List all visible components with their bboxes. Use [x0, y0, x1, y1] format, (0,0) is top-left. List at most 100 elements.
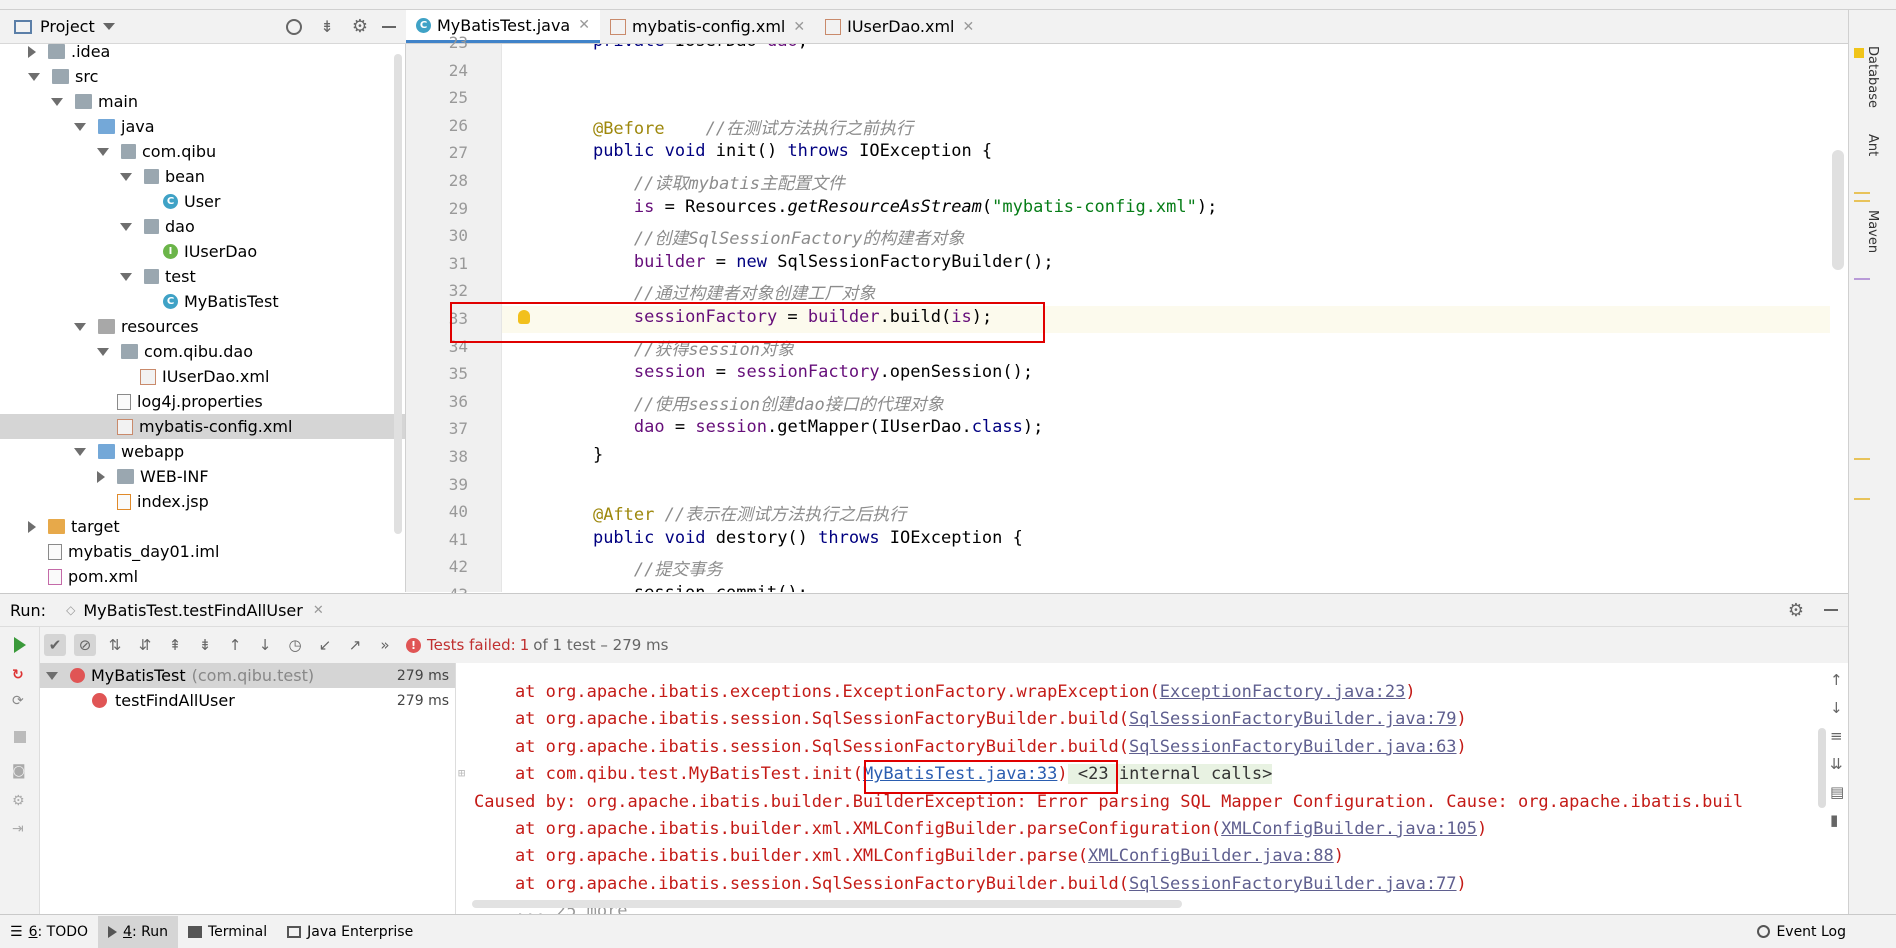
code-line[interactable]: private IUserDao dao; [552, 44, 808, 51]
chevron-down-icon[interactable] [46, 671, 58, 680]
project-panel-title[interactable]: Project [40, 17, 95, 36]
code-line[interactable]: builder = new SqlSessionFactoryBuilder()… [552, 252, 1054, 272]
stack-trace-link[interactable]: SqlSessionFactoryBuilder.java:77 [1129, 874, 1457, 894]
tree-item[interactable]: IUserDao.xml [0, 364, 405, 389]
export-tests-icon[interactable]: ↗ [344, 634, 366, 656]
tree-item[interactable]: webapp [0, 439, 405, 464]
chevron-down-icon[interactable] [74, 122, 86, 131]
rerun-failed-icon[interactable]: ↻ [12, 667, 39, 683]
tree-item[interactable]: index.jsp [0, 489, 405, 514]
tree-item[interactable]: src [0, 64, 405, 89]
tree-item[interactable]: mybatis_day01.iml [0, 539, 405, 564]
console-scrollbar[interactable] [1818, 728, 1826, 808]
stack-trace-link[interactable]: XMLConfigBuilder.java:88 [1088, 846, 1334, 866]
import-tests-icon[interactable]: ↙ [314, 634, 336, 656]
event-log-tool-tab[interactable]: Event Log [1747, 916, 1856, 948]
more-icon[interactable]: » [374, 634, 396, 656]
code-line[interactable]: session.commit(); [552, 583, 808, 592]
chevron-down-icon[interactable] [97, 347, 109, 356]
stack-trace-link[interactable]: SqlSessionFactoryBuilder.java:79 [1129, 709, 1457, 729]
soft-wrap-icon[interactable]: ≡ [1830, 727, 1848, 745]
tree-item[interactable]: pom.xml [0, 564, 405, 589]
chevron-down-icon[interactable] [120, 272, 132, 281]
toggle-auto-test-icon[interactable]: ⟳ [12, 693, 39, 709]
code-line[interactable]: dao = session.getMapper(IUserDao.class); [552, 417, 1043, 437]
run-config-tab[interactable]: MyBatisTest.testFindAllUser [83, 601, 303, 620]
camera-icon[interactable]: ◙ [12, 763, 39, 779]
run-tool-tab[interactable]: 4 : Run [98, 915, 178, 948]
code-line[interactable]: } [552, 445, 603, 465]
ant-tool-tab[interactable]: Ant [1865, 134, 1880, 156]
lightbulb-icon[interactable] [518, 310, 530, 324]
tree-item[interactable]: dao [0, 214, 405, 239]
code-line[interactable]: //创建SqlSessionFactory的构建者对象 [552, 224, 964, 249]
code-line[interactable]: //提交事务 [552, 555, 722, 580]
tree-item[interactable]: com.qibu.dao [0, 339, 405, 364]
collapse-all-icon[interactable]: ⇟ [194, 634, 216, 656]
code-line[interactable]: //读取mybatis主配置文件 [552, 169, 845, 194]
tree-item[interactable]: C User [0, 189, 405, 214]
test-case-row[interactable]: testFindAllUser 279 ms [40, 688, 455, 713]
chevron-down-icon[interactable] [97, 147, 109, 156]
close-icon[interactable]: ✕ [963, 19, 975, 35]
code-line[interactable]: //使用session创建dao接口的代理对象 [552, 390, 944, 415]
sort-alpha-icon[interactable]: ⇅ [104, 634, 126, 656]
settings-icon[interactable]: ⚙ [12, 793, 39, 809]
tree-item[interactable]: log4j.properties [0, 389, 405, 414]
code-line[interactable]: session = sessionFactory.openSession(); [552, 362, 1033, 382]
chevron-right-icon[interactable] [28, 45, 36, 58]
tree-item[interactable]: main [0, 89, 405, 114]
chevron-down-icon[interactable] [74, 447, 86, 456]
tree-item[interactable]: java [0, 114, 405, 139]
exit-icon[interactable]: ⇥ [12, 821, 39, 837]
project-scrollbar[interactable] [394, 54, 402, 534]
maven-tool-tab[interactable]: Maven [1865, 210, 1880, 253]
collapse-all-icon[interactable]: ⇟ [320, 17, 333, 36]
stack-trace-link[interactable]: XMLConfigBuilder.java:105 [1221, 819, 1477, 839]
code-line[interactable]: //通过构建者对象创建工厂对象 [552, 279, 875, 304]
database-tool-tab[interactable]: Database [1865, 46, 1880, 108]
todo-tool-tab[interactable]: ☰ 6 : TODO [0, 916, 98, 948]
chevron-right-icon[interactable] [97, 470, 105, 483]
code-line[interactable]: public void init() throws IOException { [552, 141, 992, 161]
tree-item[interactable]: mybatis-config.xml [0, 414, 405, 439]
tree-item[interactable]: C MyBatisTest [0, 289, 405, 314]
tab-mybatis-config-xml[interactable]: mybatis-config.xml ✕ [600, 10, 815, 43]
rerun-icon[interactable] [14, 637, 26, 653]
tree-item[interactable]: bean [0, 164, 405, 189]
code-line[interactable]: @After //表示在测试方法执行之后执行 [552, 500, 906, 525]
terminal-tool-tab[interactable]: Terminal [178, 916, 277, 948]
chevron-down-icon[interactable] [74, 322, 86, 331]
tree-item[interactable]: WEB-INF [0, 464, 405, 489]
chevron-down-icon[interactable] [120, 222, 132, 231]
tree-item[interactable]: resources [0, 314, 405, 339]
test-suite-row[interactable]: MyBatisTest (com.qibu.test) 279 ms [40, 663, 455, 688]
close-icon[interactable]: ✕ [578, 17, 590, 33]
stack-trace-link[interactable]: ExceptionFactory.java:23 [1160, 682, 1406, 702]
chevron-right-icon[interactable] [28, 520, 36, 533]
trash-icon[interactable]: ▮ [1830, 811, 1848, 829]
tree-item[interactable]: I IUserDao [0, 239, 405, 264]
minimize-icon[interactable] [382, 25, 396, 28]
print-icon[interactable]: ▤ [1830, 783, 1848, 801]
show-passed-icon[interactable]: ✔ [44, 634, 66, 656]
tree-item[interactable]: test [0, 264, 405, 289]
previous-failed-icon[interactable]: ↑ [224, 634, 246, 656]
editor-scrollbar[interactable] [1832, 150, 1844, 270]
java-enterprise-tool-tab[interactable]: Java Enterprise [277, 916, 423, 948]
tree-item[interactable]: com.qibu [0, 139, 405, 164]
code-line[interactable]: is = Resources.getResourceAsStream("myba… [552, 197, 1217, 217]
console-horizontal-scrollbar[interactable] [472, 900, 1182, 908]
chevron-down-icon[interactable] [28, 72, 40, 81]
tab-iuserdao-xml[interactable]: IUserDao.xml ✕ [815, 10, 984, 43]
gear-icon[interactable]: ⚙ [1788, 600, 1804, 621]
chevron-down-icon[interactable] [120, 172, 132, 181]
down-arrow-icon[interactable]: ↓ [1830, 699, 1848, 717]
next-failed-icon[interactable]: ↓ [254, 634, 276, 656]
fold-icon[interactable]: ⊞ [458, 766, 465, 780]
chevron-down-icon[interactable] [102, 23, 115, 30]
stop-icon[interactable] [14, 731, 26, 743]
tree-item[interactable]: target [0, 514, 405, 539]
scroll-to-end-icon[interactable]: ⇊ [1830, 755, 1848, 773]
tree-item[interactable]: .idea [0, 44, 405, 64]
